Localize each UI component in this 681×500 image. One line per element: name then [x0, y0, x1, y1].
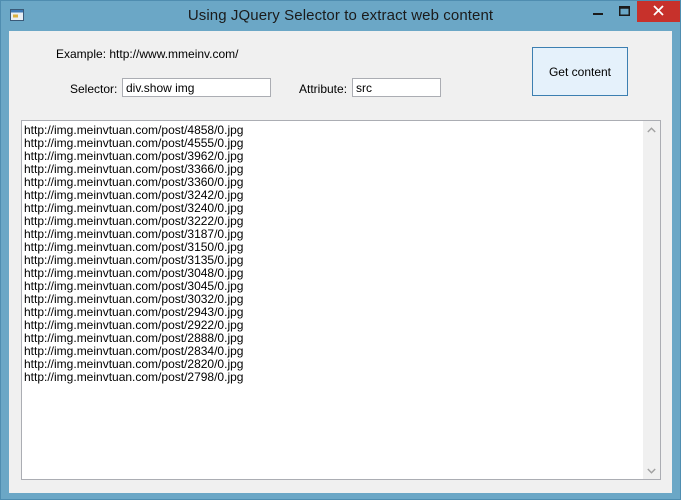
- attribute-label: Attribute:: [299, 82, 348, 96]
- results-list: http://img.meinvtuan.com/post/4858/0.jpg…: [24, 124, 243, 384]
- minimize-icon: [592, 5, 603, 19]
- selector-input[interactable]: [122, 78, 271, 97]
- example-label: Example: http://www.mmeinv.com/: [56, 47, 239, 61]
- results-textbox[interactable]: http://img.meinvtuan.com/post/4858/0.jpg…: [21, 120, 661, 480]
- close-button[interactable]: [637, 1, 680, 22]
- chevron-up-icon[interactable]: [643, 121, 660, 138]
- window-title: Using JQuery Selector to extract web con…: [187, 7, 494, 24]
- maximize-icon: [618, 5, 630, 19]
- app-window: Using JQuery Selector to extract web con…: [0, 0, 681, 500]
- chevron-down-icon[interactable]: [643, 462, 660, 479]
- attribute-input[interactable]: [352, 78, 441, 97]
- selector-label: Selector:: [70, 82, 118, 96]
- vertical-scrollbar[interactable]: [643, 121, 660, 479]
- form-client-area: Example: http://www.mmeinv.com/ Selector…: [9, 31, 672, 493]
- maximize-button[interactable]: [611, 1, 637, 22]
- result-line: http://img.meinvtuan.com/post/2798/0.jpg: [24, 370, 244, 384]
- get-content-button[interactable]: Get content: [532, 47, 628, 96]
- close-icon: [653, 4, 664, 19]
- minimize-button[interactable]: [584, 1, 611, 22]
- title-bar[interactable]: Using JQuery Selector to extract web con…: [1, 1, 680, 31]
